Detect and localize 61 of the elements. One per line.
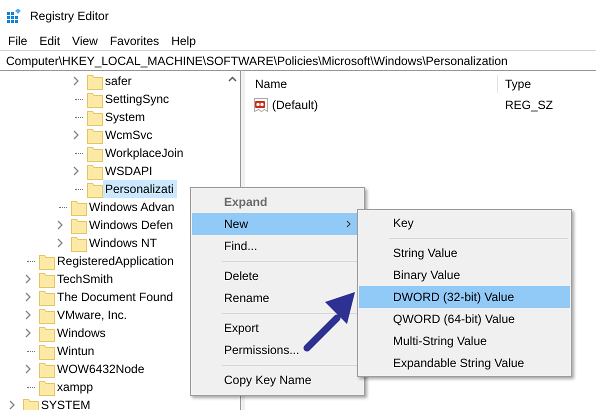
chevron-icon[interactable] (24, 328, 32, 338)
chevron-icon[interactable] (24, 310, 32, 320)
tree-item[interactable]: Personalizati (103, 180, 177, 198)
menu-item[interactable]: DWORD (32-bit) Value (359, 286, 570, 308)
tree-item[interactable]: RegisteredApplication (55, 252, 177, 270)
tree-item[interactable]: WOW6432Node (55, 360, 148, 378)
tree-item[interactable]: Windows Defen (87, 216, 176, 234)
chevron-icon[interactable] (24, 292, 32, 302)
folder-icon (87, 144, 103, 162)
folder-icon (87, 108, 103, 126)
folder-icon (71, 198, 87, 216)
chevron-icon[interactable] (8, 400, 16, 410)
folder-icon (39, 306, 55, 324)
value-name[interactable]: (Default) (272, 98, 318, 112)
app-icon (7, 9, 21, 23)
tree-item[interactable]: SYSTEM (39, 396, 94, 410)
folder-icon (71, 234, 87, 252)
folder-icon (39, 324, 55, 342)
folder-icon (39, 252, 55, 270)
folder-icon (87, 72, 103, 90)
folder-icon (39, 360, 55, 378)
folder-icon (39, 288, 55, 306)
tree-item[interactable]: VMware, Inc. (55, 306, 130, 324)
tree-item[interactable]: Windows (55, 324, 109, 342)
menu-item[interactable]: Favorites (104, 34, 166, 48)
chevron-icon[interactable] (56, 220, 64, 230)
tree-item[interactable]: Windows Advan (87, 198, 178, 216)
chevron-icon[interactable] (56, 238, 64, 248)
folder-icon (71, 216, 87, 234)
scroll-up-icon[interactable] (228, 76, 237, 82)
tree-item[interactable]: The Document Found (55, 288, 176, 306)
menu-item[interactable]: Help (165, 34, 202, 48)
tree-item[interactable]: Windows NT (87, 234, 160, 252)
folder-icon (87, 126, 103, 144)
chevron-icon[interactable] (72, 166, 80, 176)
tree-item[interactable]: WSDAPI (103, 162, 156, 180)
tree-item[interactable]: WcmSvc (103, 126, 156, 144)
folder-icon (39, 342, 55, 360)
tree-item[interactable]: TechSmith (55, 270, 116, 288)
folder-icon (39, 378, 55, 396)
menu-item[interactable]: View (66, 34, 104, 48)
chevron-icon[interactable] (72, 76, 80, 86)
column-header[interactable]: Type (497, 75, 596, 93)
folder-icon (23, 396, 39, 410)
column-header[interactable]: Name (245, 77, 497, 91)
folder-icon (87, 90, 103, 108)
chevron-icon[interactable] (24, 364, 32, 374)
tree-item[interactable]: Wintun (55, 342, 98, 360)
chevron-icon[interactable] (72, 130, 80, 140)
tree-item[interactable]: System (103, 108, 148, 126)
menu-item[interactable]: Edit (33, 34, 66, 48)
tree-item[interactable]: WorkplaceJoin (103, 144, 186, 162)
window-title: Registry Editor (30, 9, 109, 23)
tree-item[interactable]: xampp (55, 378, 96, 396)
tree-item[interactable]: SettingSync (103, 90, 172, 108)
folder-icon (39, 270, 55, 288)
menu-item[interactable]: File (2, 34, 34, 48)
folder-icon (87, 162, 103, 180)
chevron-icon[interactable] (24, 274, 32, 284)
tree-item[interactable]: safer (103, 72, 135, 90)
value-type: REG_SZ (504, 98, 554, 112)
